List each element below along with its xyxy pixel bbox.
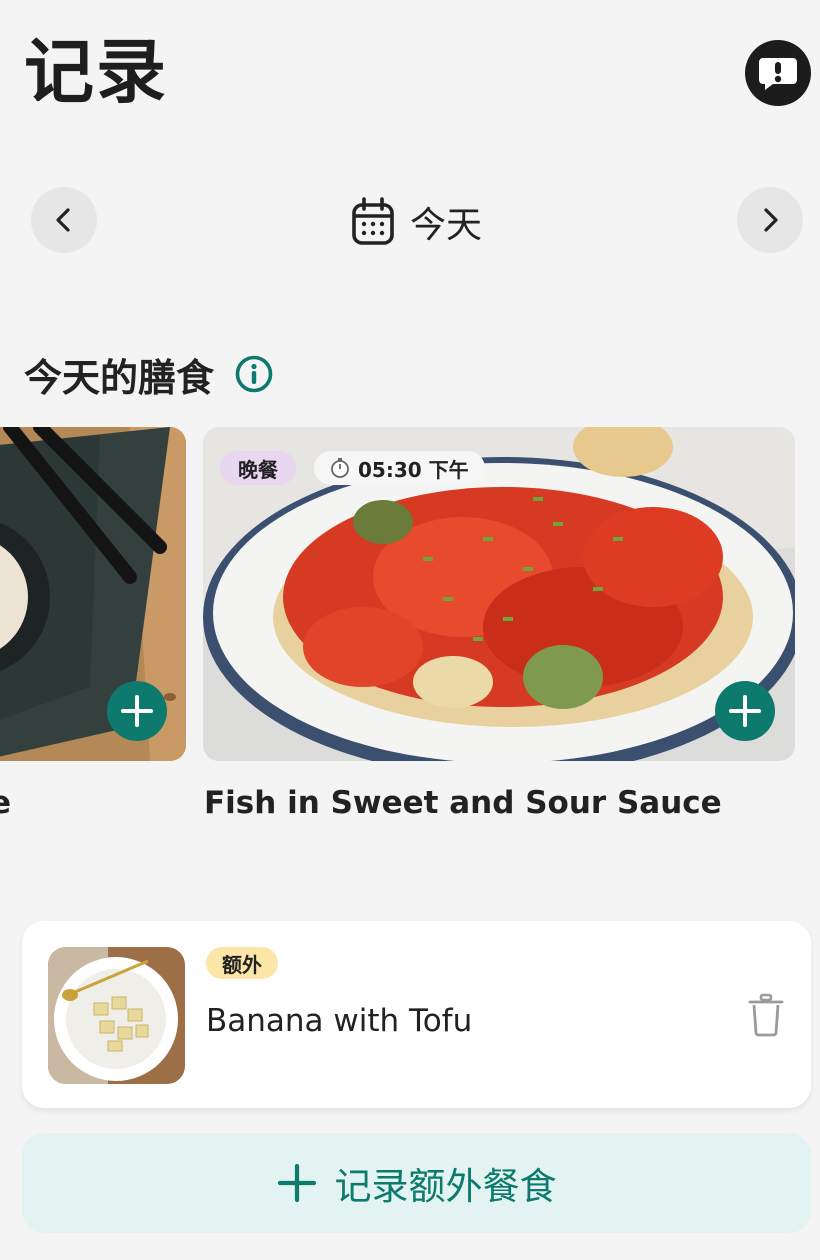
meal-card-image[interactable] — [0, 427, 186, 761]
info-icon[interactable] — [234, 354, 274, 394]
chevron-left-icon — [56, 208, 70, 232]
stopwatch-icon — [331, 458, 349, 478]
plus-icon — [729, 695, 761, 727]
previous-day-button[interactable] — [31, 187, 97, 253]
meal-time-tag: 05:30 下午 — [314, 451, 485, 485]
feedback-exclamation-icon — [759, 58, 797, 90]
log-extra-meal-label: 记录额外餐食 — [334, 1165, 557, 1208]
extra-meal-card[interactable]: 额外 Banana with Tofu — [22, 921, 811, 1108]
plus-icon — [121, 695, 153, 727]
meal-type-tag: 晚餐 — [220, 451, 296, 485]
chevron-right-icon — [764, 208, 778, 232]
plus-icon — [277, 1163, 316, 1203]
add-meal-button[interactable] — [107, 681, 167, 741]
extra-tag: 额外 — [206, 947, 278, 979]
trash-icon[interactable] — [748, 993, 784, 1037]
meal-name[interactable]: Fish in Sweet and Sour Sauce — [204, 785, 722, 821]
meal-name[interactable]: e — [0, 785, 11, 821]
calendar-icon — [352, 197, 394, 245]
meal-time: 05:30 下午 — [358, 457, 469, 482]
section-title: 今天的膳食 — [24, 355, 215, 400]
add-meal-button[interactable] — [715, 681, 775, 741]
feedback-button[interactable] — [745, 40, 811, 106]
date-label: 今天 — [410, 205, 483, 246]
log-extra-meal-button[interactable]: 记录额外餐食 — [22, 1133, 811, 1233]
date-selector[interactable]: 今天 — [350, 194, 482, 250]
extra-meal-name: Banana with Tofu — [206, 1003, 473, 1039]
extra-meal-thumbnail — [48, 947, 185, 1084]
next-day-button[interactable] — [737, 187, 803, 253]
meal-card-image[interactable]: 晚餐 05:30 下午 — [203, 427, 795, 761]
meal-photo — [48, 947, 185, 1084]
todays-meals-header: 今天的膳食 — [24, 344, 274, 404]
page-title: 记录 — [24, 31, 168, 113]
